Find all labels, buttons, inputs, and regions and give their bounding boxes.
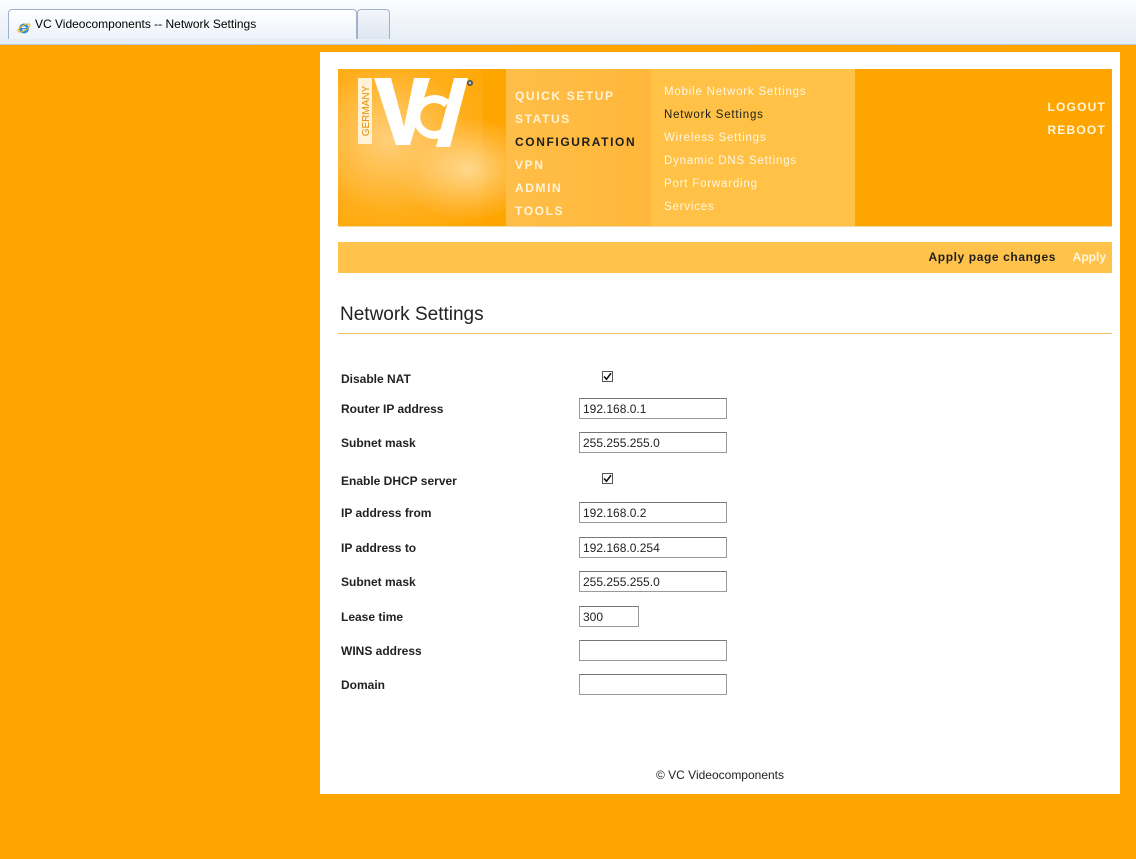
router-ip-label: Router IP address [341, 402, 444, 416]
dhcp-subnet-mask-input[interactable] [579, 571, 727, 592]
browser-tab-title: VC Videocomponents -- Network Settings [35, 17, 257, 31]
header: GERMANY QUICK SETUP STATUS CONFIGURATION… [338, 69, 1112, 226]
ip-to-input[interactable] [579, 537, 727, 558]
form-row-dhcp-subnet-mask: Subnet mask [341, 571, 1101, 595]
subnet-mask-input[interactable] [579, 432, 727, 453]
sub-menu-dynamic-dns-settings[interactable]: Dynamic DNS Settings [664, 155, 797, 167]
form-row-lease-time: Lease time [341, 606, 1101, 630]
main-menu-vpn[interactable]: VPN [515, 158, 544, 172]
subnet-mask-label: Subnet mask [341, 436, 416, 450]
header-divider [338, 226, 1112, 227]
vc-logo[interactable]: GERMANY [358, 75, 483, 155]
main-menu-status[interactable]: STATUS [515, 112, 571, 126]
checkmark-icon [603, 474, 612, 483]
ip-from-input[interactable] [579, 502, 727, 523]
form-row-disable-nat: Disable NAT [341, 368, 1101, 392]
logo-area: GERMANY [338, 69, 538, 226]
main-menu-tools[interactable]: TOOLS [515, 204, 564, 218]
domain-input[interactable] [579, 674, 727, 695]
form-row-wins-address: WINS address [341, 640, 1101, 664]
apply-button[interactable]: Apply [1073, 250, 1106, 264]
sub-menu-network-settings[interactable]: Network Settings [664, 109, 764, 121]
domain-label: Domain [341, 678, 386, 692]
form-row-domain: Domain [341, 674, 1101, 698]
lease-time-input[interactable] [579, 606, 639, 627]
ip-to-label: IP address to [341, 541, 417, 555]
enable-dhcp-checkbox[interactable] [602, 473, 613, 484]
form-row-ip-to: IP address to [341, 537, 1101, 561]
sub-menu-services[interactable]: Services [664, 201, 715, 213]
logo-country-text: GERMANY [361, 85, 372, 136]
page-title: Network Settings [340, 304, 484, 325]
main-menu-quick-setup[interactable]: QUICK SETUP [515, 89, 615, 103]
ip-from-label: IP address from [341, 506, 432, 520]
main-menu: QUICK SETUP STATUS CONFIGURATION VPN ADM… [506, 69, 651, 226]
main-menu-configuration[interactable]: CONFIGURATION [515, 135, 636, 149]
form-row-enable-dhcp: Enable DHCP server [341, 470, 1101, 494]
apply-page-changes-label: Apply page changes [928, 250, 1056, 264]
title-divider [338, 333, 1112, 334]
disable-nat-label: Disable NAT [341, 372, 411, 386]
dhcp-subnet-mask-label: Subnet mask [341, 575, 416, 589]
browser-tab[interactable]: VC Videocomponents -- Network Settings [8, 9, 357, 39]
sub-menu-port-forwarding[interactable]: Port Forwarding [664, 178, 758, 190]
checkmark-icon [603, 372, 612, 381]
new-tab-button[interactable] [357, 9, 390, 39]
enable-dhcp-label: Enable DHCP server [341, 474, 457, 488]
sub-menu-mobile-network-settings[interactable]: Mobile Network Settings [664, 86, 806, 98]
reboot-link[interactable]: REBOOT [1047, 123, 1106, 137]
form-row-router-ip: Router IP address [341, 398, 1101, 422]
internet-explorer-icon [17, 17, 31, 34]
form-row-subnet-mask: Subnet mask [341, 432, 1101, 456]
sub-menu-wireless-settings[interactable]: Wireless Settings [664, 132, 766, 144]
form-row-ip-from: IP address from [341, 502, 1101, 526]
lease-time-label: Lease time [341, 610, 404, 624]
footer-copyright: © VC Videocomponents [655, 768, 785, 782]
disable-nat-checkbox[interactable] [602, 371, 613, 382]
main-menu-admin[interactable]: ADMIN [515, 181, 562, 195]
wins-address-input[interactable] [579, 640, 727, 661]
page-frame: GERMANY QUICK SETUP STATUS CONFIGURATION… [320, 52, 1120, 794]
browser-tab-strip: VC Videocomponents -- Network Settings [0, 0, 1136, 45]
sub-menu: Mobile Network Settings Network Settings… [651, 69, 855, 226]
wins-address-label: WINS address [341, 644, 422, 658]
router-ip-input[interactable] [579, 398, 727, 419]
logout-link[interactable]: LOGOUT [1047, 100, 1106, 114]
apply-bar: Apply page changes Apply [338, 242, 1112, 273]
